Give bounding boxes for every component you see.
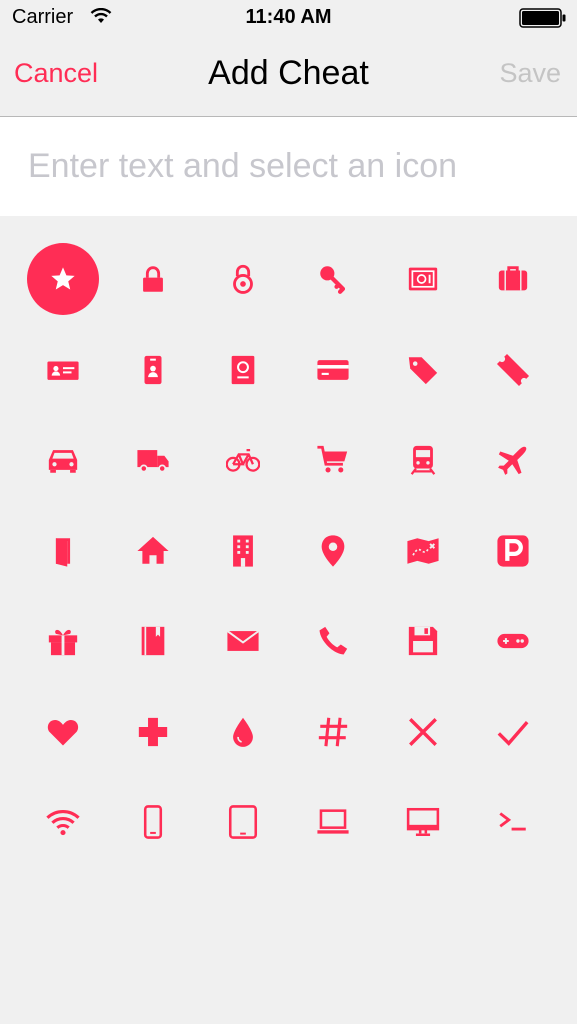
icon-option-map[interactable]	[378, 506, 468, 597]
icon-option-ticket[interactable]	[468, 325, 558, 416]
icon-option-train[interactable]	[378, 415, 468, 506]
icon-option-credit-card[interactable]	[288, 325, 378, 416]
icon-option-drop[interactable]	[198, 687, 288, 778]
gamepad-icon	[497, 634, 529, 649]
icon-option-passport[interactable]	[198, 325, 288, 416]
icon-option-tablet[interactable]	[198, 777, 288, 868]
icon-option-mail[interactable]	[198, 596, 288, 687]
navigation-bar: Cancel Add Cheat Save	[0, 36, 577, 117]
drop-icon	[233, 717, 253, 747]
building-icon	[233, 535, 253, 567]
heart-icon	[47, 719, 79, 746]
badge-icon	[144, 355, 162, 384]
train-icon	[410, 446, 436, 476]
phone-icon	[319, 627, 348, 655]
icon-option-gift[interactable]	[18, 596, 108, 687]
floppy-disk-icon	[408, 627, 438, 656]
icon-option-checkmark[interactable]	[468, 687, 558, 778]
key-icon	[320, 266, 346, 295]
truck-icon	[137, 450, 169, 473]
checkmark-icon	[497, 720, 529, 746]
bicycle-icon	[226, 449, 260, 473]
map-icon	[407, 538, 439, 564]
lock-icon	[143, 266, 163, 292]
icon-option-phone[interactable]	[288, 596, 378, 687]
icon-option-location-pin[interactable]	[288, 506, 378, 597]
terminal-icon	[499, 812, 526, 831]
location-pin-icon	[321, 535, 345, 567]
passport-icon	[231, 355, 255, 384]
icon-option-lock[interactable]	[108, 234, 198, 325]
icon-option-medical-cross[interactable]	[108, 687, 198, 778]
hash-icon	[318, 717, 348, 747]
icon-grid	[18, 234, 558, 868]
parking-icon	[497, 535, 529, 567]
icon-option-home[interactable]	[108, 506, 198, 597]
icon-option-book[interactable]	[108, 596, 198, 687]
briefcase-icon	[498, 266, 528, 291]
padlock-icon	[233, 265, 253, 295]
icon-option-bicycle[interactable]	[198, 415, 288, 506]
laptop-icon	[317, 809, 349, 834]
save-button[interactable]: Save	[499, 58, 561, 89]
status-bar: Carrier 11:40 AM	[0, 0, 577, 36]
icon-option-truck[interactable]	[108, 415, 198, 506]
icon-option-cart[interactable]	[288, 415, 378, 506]
credit-card-icon	[317, 359, 349, 380]
icon-option-car[interactable]	[18, 415, 108, 506]
icon-option-parking[interactable]	[468, 506, 558, 597]
text-input-row	[0, 117, 577, 216]
page-title: Add Cheat	[208, 54, 369, 92]
icon-option-door[interactable]	[18, 506, 108, 597]
icon-option-tag[interactable]	[378, 325, 468, 416]
icon-option-hash[interactable]	[288, 687, 378, 778]
icon-option-key[interactable]	[288, 234, 378, 325]
icon-option-padlock[interactable]	[198, 234, 288, 325]
icon-option-safe[interactable]	[378, 234, 468, 325]
wifi-icon	[46, 810, 80, 836]
cheat-text-input[interactable]	[28, 139, 548, 193]
icon-option-building[interactable]	[198, 506, 288, 597]
icon-option-gamepad[interactable]	[468, 596, 558, 687]
icon-option-terminal[interactable]	[468, 777, 558, 868]
icon-option-airplane[interactable]	[468, 415, 558, 506]
door-icon	[55, 538, 71, 567]
smartphone-icon	[143, 805, 163, 840]
cart-icon	[317, 446, 348, 473]
icon-option-desktop[interactable]	[378, 777, 468, 868]
book-icon	[141, 627, 165, 656]
icon-option-smartphone[interactable]	[108, 777, 198, 868]
tablet-icon	[228, 805, 258, 840]
ticket-icon	[496, 353, 530, 386]
icon-option-heart[interactable]	[18, 687, 108, 778]
safe-icon	[408, 267, 438, 291]
desktop-icon	[406, 808, 440, 837]
icon-option-star[interactable]	[18, 234, 108, 325]
icon-option-briefcase[interactable]	[468, 234, 558, 325]
selected-indicator	[27, 243, 99, 316]
clock: 11:40 AM	[245, 6, 332, 28]
car-icon	[48, 450, 78, 473]
home-icon	[137, 536, 169, 564]
icon-option-x[interactable]	[378, 687, 468, 778]
battery-icon	[519, 8, 566, 28]
icon-option-floppy-disk[interactable]	[378, 596, 468, 687]
icon-option-wifi[interactable]	[18, 777, 108, 868]
icon-option-laptop[interactable]	[288, 777, 378, 868]
star-icon	[51, 267, 75, 290]
id-card-icon	[47, 361, 79, 380]
icon-option-id-card[interactable]	[18, 325, 108, 416]
mail-icon	[226, 630, 260, 652]
icon-option-badge[interactable]	[108, 325, 198, 416]
airplane-icon	[498, 446, 527, 476]
gift-icon	[48, 630, 78, 656]
medical-cross-icon	[138, 717, 168, 746]
tag-icon	[408, 357, 438, 384]
x-icon	[409, 717, 437, 746]
